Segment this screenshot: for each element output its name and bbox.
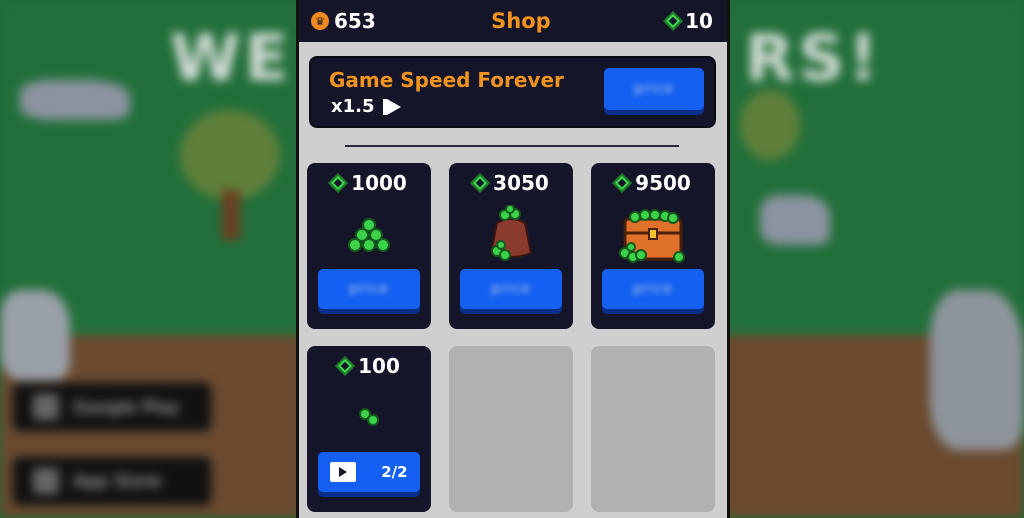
crown-icon: ♛: [311, 12, 329, 30]
video-ad-icon: [330, 462, 357, 482]
pack-price: 100: [307, 354, 431, 378]
buy-pack-3050-button[interactable]: price: [460, 269, 562, 309]
pack-price: 3050: [449, 171, 573, 195]
treasure-chest-icon: [619, 209, 685, 263]
gem-icon: [328, 173, 349, 193]
fast-forward-icon: [382, 98, 401, 115]
background-rock: [20, 80, 130, 120]
background-tree-left: [180, 110, 280, 200]
section-divider: [345, 145, 679, 147]
app-store-badge[interactable]: App Store: [12, 456, 212, 506]
google-play-badge[interactable]: Google Play: [12, 382, 212, 432]
shop-title: Shop: [491, 9, 551, 33]
crown-count: 653: [334, 9, 376, 33]
background-rock: [0, 290, 70, 380]
pack-price: 9500: [591, 171, 715, 195]
empty-shop-slot: [591, 346, 715, 512]
gem-pack-100: 100 2/2: [307, 346, 431, 512]
watch-video-button[interactable]: 2/2: [318, 452, 420, 492]
background-rock: [760, 195, 830, 245]
gem-pile-icon: [348, 218, 390, 252]
video-count: 2/2: [381, 463, 408, 481]
offer-title: Game Speed Forever: [329, 68, 564, 92]
background-tree-right: [740, 90, 800, 160]
background-title-left: WE: [170, 22, 293, 96]
gem-icon: [335, 356, 356, 376]
gem-icon: [470, 173, 491, 193]
buy-pack-1000-button[interactable]: price: [318, 269, 420, 309]
price-label: price: [349, 281, 389, 297]
gem-count: 10: [685, 9, 713, 33]
gem-pack-3050: 3050 price: [449, 163, 573, 329]
crown-counter: ♛ 653: [311, 9, 376, 33]
apple-icon: [33, 468, 59, 494]
empty-shop-slot: [449, 346, 573, 512]
game-speed-offer: Game Speed Forever x1.5 price: [309, 56, 716, 128]
background-rock: [930, 290, 1024, 450]
speed-multiplier: x1.5: [331, 96, 401, 117]
shop-panel: ♛ 653 Shop 10 Game Speed Forever x1.5 pr…: [296, 0, 730, 518]
google-play-icon: [33, 394, 59, 420]
buy-game-speed-button[interactable]: price: [604, 68, 704, 110]
gem-counter: 10: [663, 9, 713, 33]
gem-sack-icon: [489, 205, 533, 261]
gem-icon: [663, 11, 684, 31]
shop-header: ♛ 653 Shop 10: [299, 0, 727, 42]
gem-icon: [612, 173, 633, 193]
gem-pair-icon: [359, 408, 379, 426]
price-label: price: [634, 81, 674, 97]
background-title-right: RS!: [745, 22, 882, 96]
buy-pack-9500-button[interactable]: price: [602, 269, 704, 309]
gem-pack-1000: 1000 price: [307, 163, 431, 329]
price-label: price: [491, 281, 531, 297]
gem-pack-9500: 9500 price: [591, 163, 715, 329]
price-label: price: [633, 281, 673, 297]
pack-price: 1000: [307, 171, 431, 195]
